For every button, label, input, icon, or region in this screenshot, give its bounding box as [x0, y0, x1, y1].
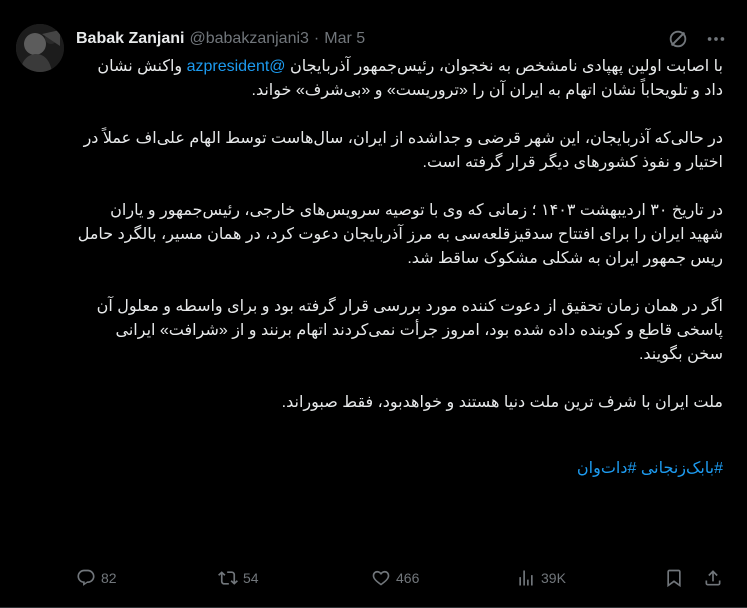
- tweet-card[interactable]: Babak Zanjani @babakzanjani3 · Mar 5 با …: [0, 0, 747, 608]
- grok-icon[interactable]: [667, 28, 689, 50]
- speech-bubble-icon: [77, 569, 95, 586]
- paragraph-2: در حالی‌که آذربایجان، این شهر قرضی و جدا…: [83, 130, 723, 171]
- avatar-photo-icon: [16, 24, 64, 72]
- retweet-icon: [218, 571, 238, 585]
- author-handle[interactable]: @babakzanjani3: [189, 30, 308, 48]
- like-button[interactable]: 466: [371, 568, 419, 588]
- share-icon: [705, 570, 721, 586]
- paragraph-1: با اصابت اولین پهپادی نامشخص به نخجوان، …: [76, 55, 723, 103]
- bar-chart-icon: [519, 570, 533, 586]
- retweet-count: 54: [243, 570, 259, 586]
- author-name[interactable]: Babak Zanjani: [76, 30, 184, 48]
- paragraph-5: ملت ایران با شرف ترین ملت دنیا هستند و خ…: [281, 394, 723, 411]
- reply-count: 82: [101, 570, 117, 586]
- avatar[interactable]: [16, 24, 64, 72]
- like-count: 466: [396, 570, 420, 586]
- mention-link[interactable]: @azpresident: [187, 58, 286, 75]
- share-button[interactable]: [703, 568, 723, 588]
- tweet-text: با اصابت اولین پهپادی نامشخص به نخجوان، …: [76, 55, 723, 481]
- bookmark-icon: [667, 569, 681, 588]
- bookmark-button[interactable]: [664, 568, 684, 588]
- heart-icon: [372, 570, 390, 586]
- views-count: 39K: [541, 570, 566, 586]
- retweet-button[interactable]: 54: [218, 568, 259, 588]
- reply-button[interactable]: 82: [76, 568, 117, 588]
- tweet-date[interactable]: Mar 5: [324, 30, 365, 48]
- views-button[interactable]: 39K: [516, 568, 566, 588]
- action-bar: 82 54 466 39K: [76, 566, 723, 590]
- hashtag-links[interactable]: #بابک‌زنجانی #دات‌وان: [76, 457, 723, 481]
- separator-dot: ·: [313, 30, 320, 47]
- more-dots-icon[interactable]: [705, 28, 727, 50]
- paragraph-4: اگر در همان زمان تحقیق از دعوت کننده مور…: [96, 298, 723, 363]
- tweet-header: Babak Zanjani @babakzanjani3 · Mar 5: [76, 28, 365, 50]
- paragraph-1-text-a: با اصابت اولین پهپادی نامشخص به نخجوان، …: [285, 58, 723, 75]
- paragraph-3: در تاریخ ۳۰ اردیبهشت ۱۴۰۳ ؛ زمانی که وی …: [77, 202, 723, 267]
